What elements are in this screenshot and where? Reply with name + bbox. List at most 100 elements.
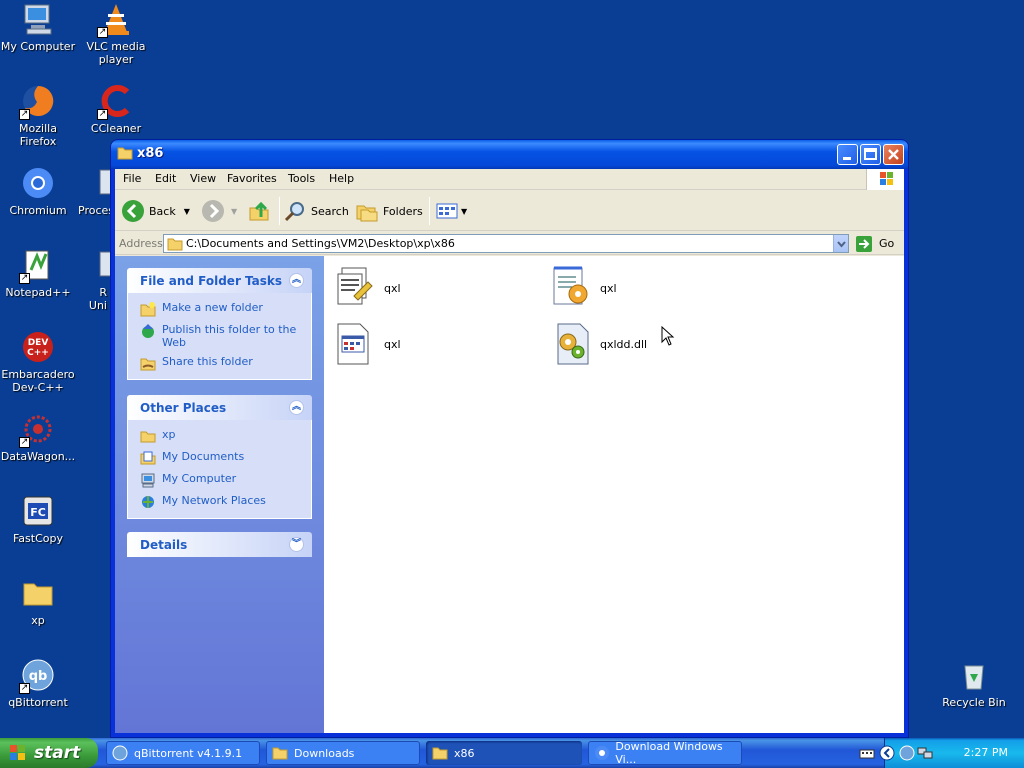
taskbar-button-download-windows[interactable]: Download Windows Vi... — [588, 740, 742, 766]
file-item[interactable]: qxldd.dll — [548, 320, 647, 368]
folders-button[interactable]: Folders — [355, 197, 423, 225]
task-share-folder[interactable]: Share this folder — [140, 355, 301, 371]
minimize-button[interactable] — [837, 144, 858, 165]
collapse-chevron-icon[interactable]: ︽ — [289, 400, 304, 415]
start-button[interactable]: start — [0, 738, 98, 768]
place-label: My Documents — [162, 450, 245, 463]
menu-file[interactable]: File — [123, 172, 141, 185]
maximize-button[interactable] — [860, 144, 881, 165]
desktop-icon-firefox[interactable]: ↗ Mozilla Firefox — [0, 84, 76, 148]
desktop-icon-my-computer[interactable]: My Computer — [0, 2, 76, 53]
file-item[interactable]: qxl — [332, 264, 401, 312]
fastcopy-icon: FC — [21, 494, 55, 528]
go-button[interactable]: Go — [855, 234, 894, 253]
search-label: Search — [311, 204, 349, 218]
task-publish-web[interactable]: Publish this folder to the Web — [140, 323, 301, 349]
folder-icon — [167, 236, 183, 254]
desktop-icon-fastcopy[interactable]: FC FastCopy — [0, 494, 76, 545]
panel-header[interactable]: Other Places ︽ — [127, 395, 312, 420]
file-item[interactable]: qxl — [332, 320, 401, 368]
menu-bar: File Edit View Favorites Tools Help — [115, 169, 904, 190]
panel-title: Details — [140, 538, 188, 552]
chromium-icon — [595, 746, 609, 760]
folder-icon — [117, 146, 133, 163]
svg-text:DEV: DEV — [28, 338, 49, 348]
folder-icon — [272, 747, 288, 760]
folders-icon — [356, 205, 378, 222]
place-my-computer[interactable]: My Computer — [140, 472, 301, 488]
explorer-window[interactable]: x86 File Edit View Favorites Tools Help — [111, 140, 908, 737]
menu-edit[interactable]: Edit — [155, 172, 176, 185]
up-folder-icon — [249, 201, 269, 221]
folders-label: Folders — [383, 204, 423, 218]
desktop-icon-xp-folder[interactable]: xp — [0, 576, 76, 627]
menu-favorites[interactable]: Favorites — [227, 172, 277, 185]
views-icon — [436, 203, 458, 219]
desktop-icon-vlc[interactable]: ↗ VLC media player — [78, 2, 154, 66]
file-name: qxl — [384, 337, 401, 351]
desktop-icon-ccleaner[interactable]: ↗ CCleaner — [78, 84, 154, 135]
taskbar-button-qbittorrent[interactable]: qBittorrent v4.1.9.1 — [106, 741, 260, 765]
place-label: xp — [162, 428, 176, 441]
task-label: Share this folder — [162, 355, 253, 368]
desktop-icon-label: Embarcadero Dev-C++ — [1, 368, 75, 394]
file-item[interactable]: qxl — [548, 264, 617, 312]
taskbar-button-x86[interactable]: x86 — [426, 741, 582, 765]
place-my-documents[interactable]: My Documents — [140, 450, 301, 466]
desktop-icon-label: qBittorrent — [8, 696, 68, 709]
taskbar-button-label: x86 — [454, 746, 475, 760]
desktop-icon-qbittorrent[interactable]: qb ↗ qBittorrent — [0, 658, 76, 709]
windows-logo-icon — [866, 169, 904, 190]
publish-web-icon — [142, 324, 154, 338]
vlc-icon: ↗ — [97, 2, 133, 38]
address-input[interactable]: C:\Documents and Settings\VM2\Desktop\xp… — [163, 234, 849, 253]
desktop-icon-label: DataWagon... — [0, 450, 76, 463]
expand-chevron-icon[interactable]: ︾ — [289, 537, 304, 552]
place-xp[interactable]: xp — [140, 428, 301, 444]
show-hidden-icons-chevron-icon[interactable] — [879, 745, 895, 761]
desktop-icon-recycle-bin[interactable]: Recycle Bin — [936, 658, 1012, 709]
menu-help[interactable]: Help — [329, 172, 354, 185]
maximize-icon — [864, 148, 877, 160]
clock[interactable]: 2:27 PM — [964, 746, 1008, 759]
desktop-icon-devcpp[interactable]: DEV C++ Embarcadero Dev-C++ — [0, 330, 76, 394]
panel-title: Other Places — [140, 401, 227, 415]
chevron-down-icon[interactable]: ▼ — [184, 207, 190, 216]
share-folder-icon — [140, 358, 156, 371]
qbittorrent-icon: qb ↗ — [19, 658, 55, 694]
panel-header[interactable]: File and Folder Tasks ︽ — [127, 268, 312, 293]
chevron-down-icon: ▼ — [461, 206, 468, 216]
back-button[interactable]: Back ▼ — [121, 197, 190, 225]
desktop-icon-process-explorer[interactable]: Proces — [78, 166, 111, 217]
views-button[interactable]: ▼ — [435, 197, 467, 225]
desktop-icon-datawagon[interactable]: ↗ DataWagon... — [0, 412, 76, 463]
desktop-icon-label: Proces — [78, 204, 111, 217]
menu-view[interactable]: View — [190, 172, 216, 185]
collapse-chevron-icon[interactable]: ︽ — [289, 273, 304, 288]
network-icon[interactable] — [917, 745, 933, 761]
search-button[interactable]: Search — [283, 197, 349, 225]
desktop-icon-label: Recycle Bin — [942, 696, 1006, 709]
forward-arrow-icon — [202, 200, 224, 222]
back-arrow-icon — [122, 200, 144, 222]
menu-tools[interactable]: Tools — [288, 172, 315, 185]
task-make-new-folder[interactable]: Make a new folder — [140, 301, 301, 317]
desktop-icon-chromium[interactable]: Chromium — [0, 166, 76, 217]
taskbar-button-downloads[interactable]: Downloads — [266, 741, 420, 765]
place-my-network[interactable]: My Network Places — [140, 494, 301, 510]
keyboard-icon[interactable] — [859, 746, 875, 762]
forward-button[interactable]: ▼ — [201, 197, 237, 225]
svg-text:qb: qb — [29, 669, 48, 684]
recycle-bin-icon — [957, 658, 991, 692]
panel-title: File and Folder Tasks — [140, 274, 283, 288]
system-tray: 2:27 PM — [859, 738, 1024, 768]
panel-header[interactable]: Details ︾ — [127, 532, 312, 557]
desktop-icon-revo[interactable]: R Uni — [78, 248, 111, 312]
title-bar[interactable]: x86 — [111, 140, 908, 169]
desktop-icon-notepadpp[interactable]: ↗ Notepad++ — [0, 248, 76, 299]
qbittorrent-icon[interactable] — [899, 745, 915, 761]
chevron-down-icon — [837, 241, 846, 248]
up-folder-button[interactable] — [247, 197, 271, 225]
address-dropdown-button[interactable] — [833, 235, 848, 252]
close-button[interactable] — [883, 144, 904, 165]
